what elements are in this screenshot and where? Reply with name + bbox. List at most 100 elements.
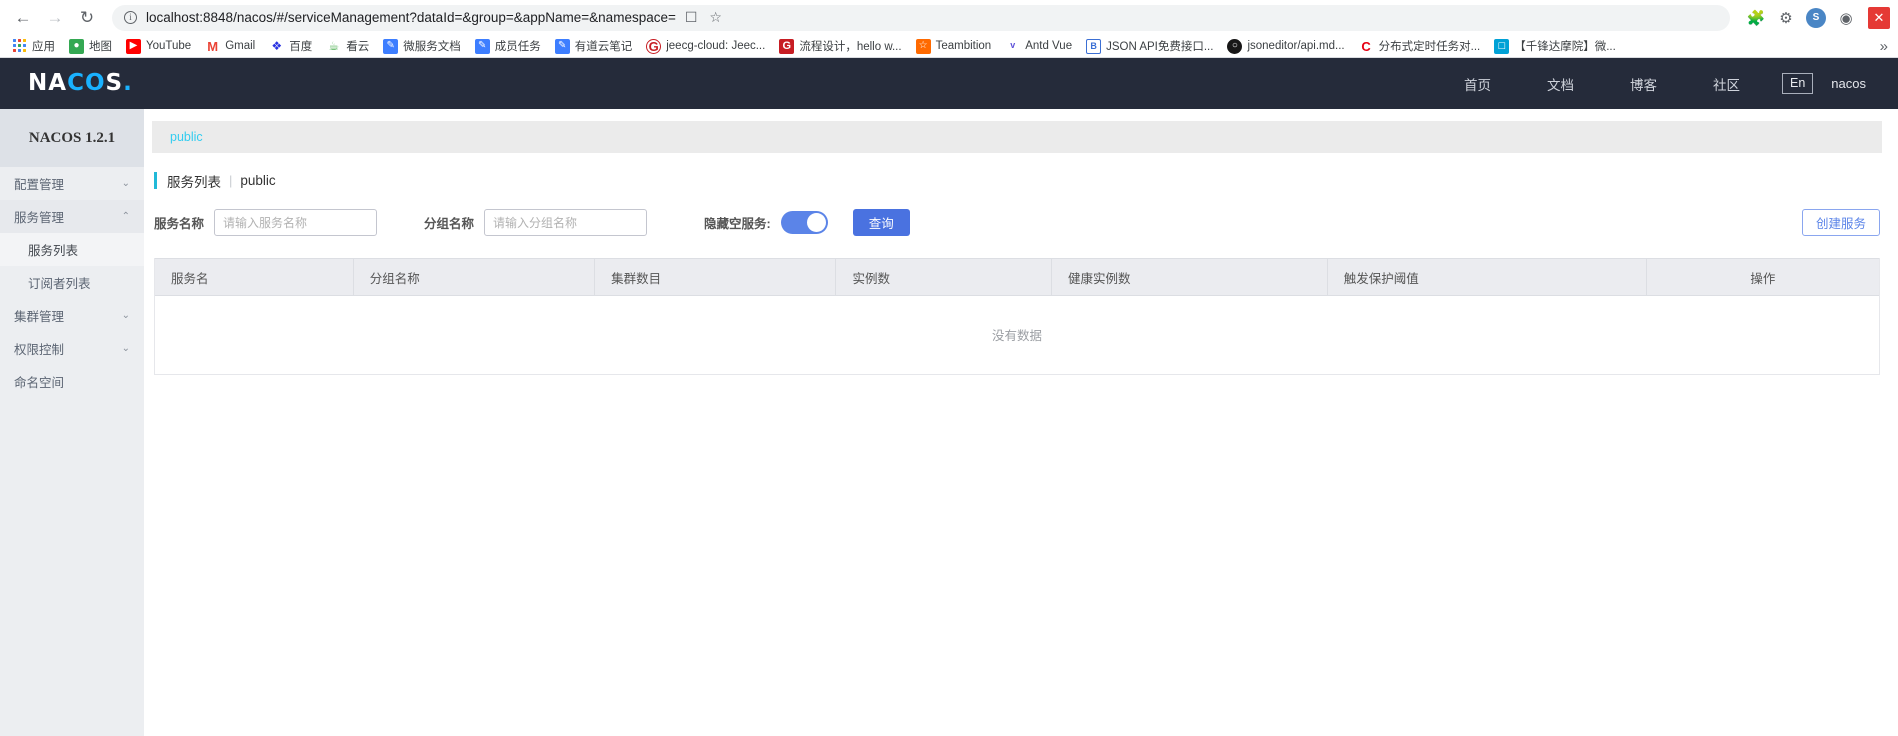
chevron-up-icon: ⌃	[121, 210, 130, 222]
header-username[interactable]: nacos	[1831, 76, 1870, 91]
bookmark-label: 流程设计，hello w...	[799, 41, 902, 53]
chevron-down-icon: ⌄	[121, 309, 130, 321]
sidebar-item-service-list[interactable]: 服务列表	[0, 233, 144, 266]
kanyun-icon: ☕	[326, 38, 342, 54]
service-table-wrapper: 服务名 分组名称 集群数目 实例数 健康实例数 触发保护阈值 操作 没有数据	[154, 258, 1880, 375]
bookmark-item[interactable]: M Gmail	[198, 37, 262, 56]
service-list-panel: 服务列表 | public 服务名称 分组名称 隐藏空服务: 查询 创建服务	[152, 172, 1882, 375]
group-name-input[interactable]	[484, 209, 648, 236]
bookmark-item[interactable]: B JSON API免费接口...	[1079, 36, 1220, 56]
bookmark-item[interactable]: ✎ 有道云笔记	[548, 36, 640, 56]
bookmark-item[interactable]: ☐ 【千锋达摩院】微...	[1487, 36, 1623, 56]
column-protect-threshold[interactable]: 触发保护阈值	[1327, 258, 1647, 296]
gitee-red-icon: G	[779, 38, 795, 54]
logo-mid: CO	[67, 70, 106, 96]
sidebar-item-permission-control[interactable]: 权限控制 ⌄	[0, 332, 144, 365]
bookmark-item[interactable]: ❖ 百度	[262, 36, 319, 56]
page-title-separator: |	[229, 173, 233, 188]
page-title-main: 服务列表	[167, 174, 221, 190]
sidebar-item-config-management[interactable]: 配置管理 ⌄	[0, 167, 144, 200]
bookmark-label: 【千锋达摩院】微...	[1514, 41, 1616, 53]
bookmark-label: YouTube	[146, 40, 192, 52]
gmail-icon: M	[205, 38, 221, 54]
sidebar-item-cluster-management[interactable]: 集群管理 ⌄	[0, 299, 144, 332]
extension-puzzle-icon[interactable]: 🧩	[1746, 9, 1766, 27]
profile-avatar[interactable]: S	[1806, 7, 1826, 28]
table-header-row: 服务名 分组名称 集群数目 实例数 健康实例数 触发保护阈值 操作	[155, 258, 1879, 296]
teambition-icon: ☆	[915, 38, 931, 54]
nav-community[interactable]: 社区	[1685, 74, 1768, 94]
bilibili-icon: ☐	[1494, 38, 1510, 54]
bookmark-label: Teambition	[935, 40, 992, 52]
column-healthy-instance-count[interactable]: 健康实例数	[1051, 258, 1328, 296]
bookmark-label: Gmail	[225, 40, 256, 52]
gitee-icon: G	[646, 38, 662, 54]
service-name-input[interactable]	[214, 209, 378, 236]
youtube-icon: ▶	[126, 38, 141, 54]
header-nav: 首页 文档 博客 社区 En nacos	[1436, 72, 1870, 95]
csdn-icon: C	[1358, 38, 1374, 54]
bookmark-item[interactable]: ☆ Teambition	[909, 37, 999, 56]
browser-actions: 🧩 ⚙ S ◉ ✕	[1740, 6, 1890, 29]
bookmark-item[interactable]: C 分布式定时任务对...	[1352, 36, 1488, 56]
bookmark-item[interactable]: ● 地图	[62, 36, 119, 56]
bookmark-item[interactable]: ✎ 微服务文档	[376, 36, 468, 56]
bookmark-label: JSON API免费接口...	[1106, 41, 1214, 53]
bookmarks-overflow-icon[interactable]: »	[1880, 38, 1892, 55]
page-title-namespace: public	[240, 173, 276, 188]
close-icon[interactable]: ✕	[1868, 6, 1890, 29]
sidebar-item-label: 订阅者列表	[28, 277, 91, 291]
language-switch-button[interactable]: En	[1782, 72, 1814, 95]
bookmark-item[interactable]: ○ jsoneditor/api.md...	[1220, 37, 1351, 56]
address-bar-url: localhost:8848/nacos/#/serviceManagement…	[146, 10, 676, 25]
bookmark-item[interactable]: ▶ YouTube	[119, 37, 198, 56]
bookmark-item[interactable]: ✎ 成员任务	[468, 36, 548, 56]
bookmark-item[interactable]: G jeecg-cloud: Jeec...	[639, 37, 772, 56]
logo-suffix: S	[105, 70, 124, 96]
main-content: public 服务列表 | public 服务名称 分组名称 隐藏空服务:	[144, 109, 1898, 736]
reload-icon[interactable]: ↻	[72, 3, 102, 33]
column-operations[interactable]: 操作	[1646, 258, 1879, 296]
apps-grid-icon	[13, 39, 27, 53]
sidebar-item-namespace[interactable]: 命名空间	[0, 365, 144, 398]
column-instance-count[interactable]: 实例数	[835, 258, 1052, 296]
bookmark-label: 地图	[89, 41, 112, 53]
query-button[interactable]: 查询	[852, 209, 910, 236]
bookmark-item[interactable]: ᵛ Antd Vue	[998, 37, 1079, 56]
bookmark-item[interactable]: ☕ 看云	[319, 36, 376, 56]
hide-empty-service-toggle[interactable]	[780, 211, 828, 234]
toggle-knob	[806, 213, 826, 232]
nav-docs[interactable]: 文档	[1519, 74, 1602, 94]
nav-home[interactable]: 首页	[1436, 74, 1519, 94]
account-icon[interactable]: ◉	[1836, 9, 1856, 27]
bookmark-label: 百度	[289, 41, 313, 53]
sidebar-item-subscriber-list[interactable]: 订阅者列表	[0, 266, 144, 299]
extension-icon[interactable]: ⚙	[1776, 9, 1796, 27]
bookmark-label: jeecg-cloud: Jeec...	[666, 40, 766, 52]
bookmark-star-icon[interactable]: ☆	[709, 9, 722, 26]
nav-blog[interactable]: 博客	[1602, 74, 1685, 94]
back-arrow-icon[interactable]: ←	[8, 3, 38, 33]
column-group-name[interactable]: 分组名称	[353, 258, 596, 296]
site-info-icon[interactable]: i	[124, 11, 137, 24]
bookmark-item[interactable]: 应用	[6, 36, 62, 56]
github-icon: ○	[1227, 38, 1243, 54]
chevron-down-icon: ⌄	[121, 177, 130, 189]
bookmarks-bar: 应用 ● 地图 ▶ YouTube M Gmail ❖ 百度 ☕ 看云 ✎ 微服…	[0, 35, 1898, 58]
breadcrumb-namespace-link[interactable]: public	[170, 130, 203, 144]
column-service-name[interactable]: 服务名	[155, 258, 354, 296]
create-service-button[interactable]: 创建服务	[1801, 209, 1880, 236]
nacos-logo[interactable]: NACOS.	[28, 72, 133, 95]
json-api-icon: B	[1086, 38, 1102, 54]
bookmark-label: jsoneditor/api.md...	[1247, 40, 1345, 52]
address-bar[interactable]: i localhost:8848/nacos/#/serviceManageme…	[112, 4, 1730, 31]
sidebar-item-service-management[interactable]: 服务管理 ⌃	[0, 200, 144, 233]
blue-doc-icon: ✎	[554, 38, 570, 54]
forward-arrow-icon[interactable]: →	[40, 3, 70, 33]
nacos-header: NACOS. 首页 文档 博客 社区 En nacos	[0, 58, 1898, 109]
breadcrumb: public	[152, 121, 1882, 153]
translate-icon[interactable]: ☐	[685, 9, 698, 26]
bookmark-item[interactable]: G 流程设计，hello w...	[772, 36, 908, 56]
bookmark-label: 分布式定时任务对...	[1378, 41, 1481, 53]
column-cluster-count[interactable]: 集群数目	[594, 258, 837, 296]
